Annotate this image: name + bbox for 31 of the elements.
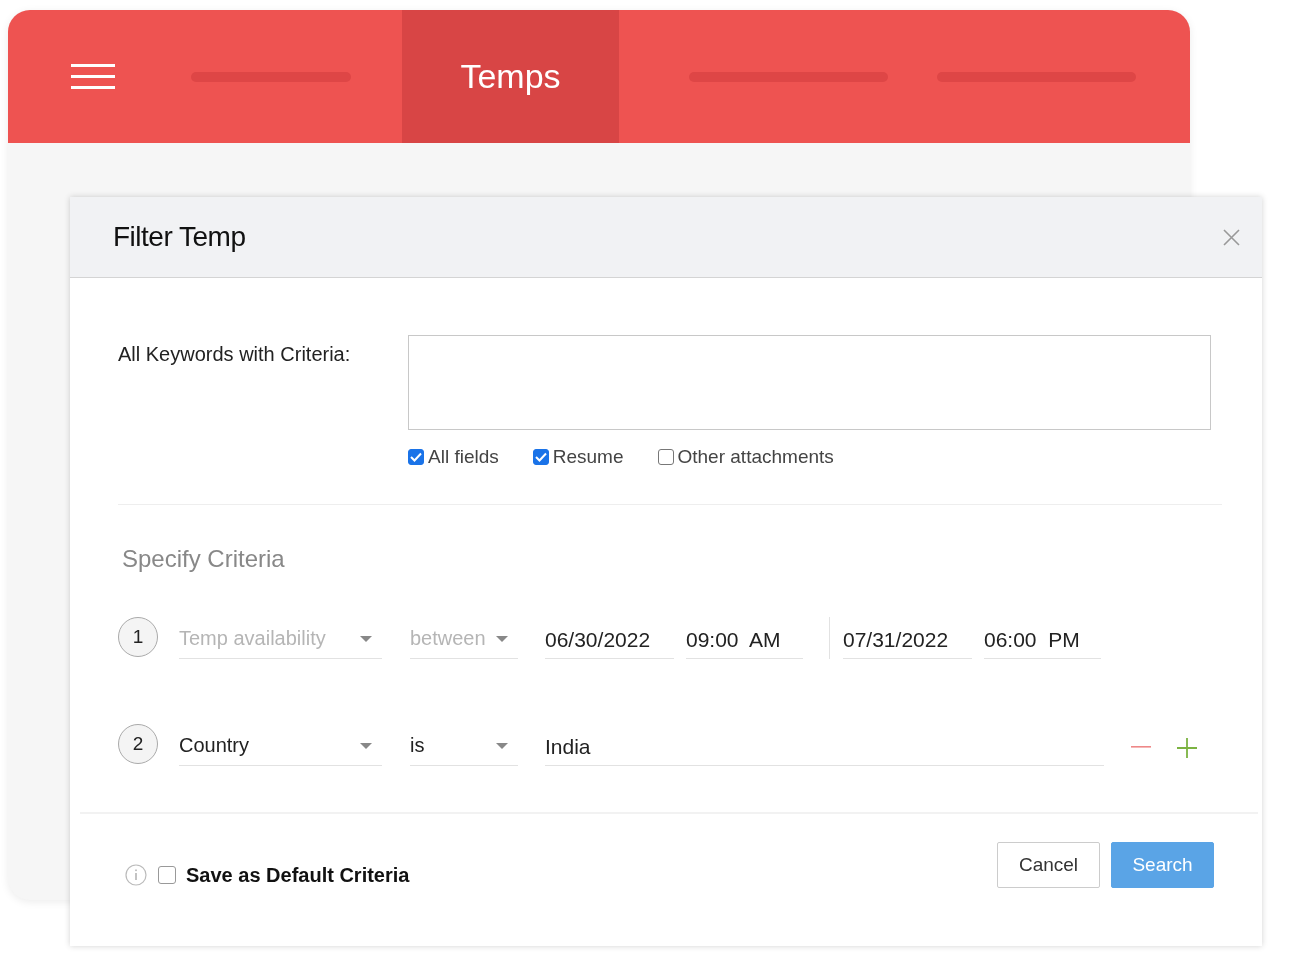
menu-icon[interactable] bbox=[71, 62, 115, 91]
checkbox-label: Other attachments bbox=[677, 446, 834, 468]
checkbox-label: Resume bbox=[552, 446, 624, 468]
checkbox[interactable] bbox=[532, 449, 549, 465]
time-field[interactable]: 06:00 PM bbox=[984, 628, 1101, 659]
caret-icon bbox=[360, 635, 372, 642]
cancel-button[interactable]: Cancel bbox=[997, 842, 1100, 888]
checkbox[interactable] bbox=[158, 866, 176, 884]
caret-icon bbox=[496, 742, 508, 749]
row-number: 1 bbox=[118, 617, 158, 657]
row-number: 2 bbox=[118, 724, 158, 764]
time-field[interactable]: 09:00 AM bbox=[686, 628, 803, 659]
field-dropdown[interactable]: Country bbox=[179, 734, 382, 766]
keywords-label: All Keywords with Criteria: bbox=[118, 342, 352, 367]
dialog-title: Filter Temp bbox=[113, 221, 247, 253]
keywords-field[interactable] bbox=[408, 335, 1211, 430]
caret-icon bbox=[360, 742, 372, 749]
info-icon[interactable] bbox=[125, 864, 147, 886]
value-field[interactable]: India bbox=[545, 735, 1104, 766]
checkbox-label: All fields bbox=[428, 446, 499, 468]
caret-icon bbox=[496, 635, 508, 642]
add-icon[interactable] bbox=[1177, 738, 1197, 758]
date-field[interactable]: 07/31/2022 bbox=[843, 628, 972, 659]
operator-dropdown[interactable]: is bbox=[410, 734, 518, 766]
checkbox-label: Save as Default Criteria bbox=[186, 863, 410, 887]
date-field[interactable]: 06/30/2022 bbox=[545, 628, 674, 659]
section-heading: Specify Criteria bbox=[122, 545, 286, 573]
close-icon[interactable] bbox=[1223, 228, 1240, 246]
checkbox[interactable] bbox=[408, 449, 424, 465]
nav-tab[interactable]: Temps bbox=[402, 10, 619, 143]
checkbox[interactable] bbox=[657, 449, 674, 465]
